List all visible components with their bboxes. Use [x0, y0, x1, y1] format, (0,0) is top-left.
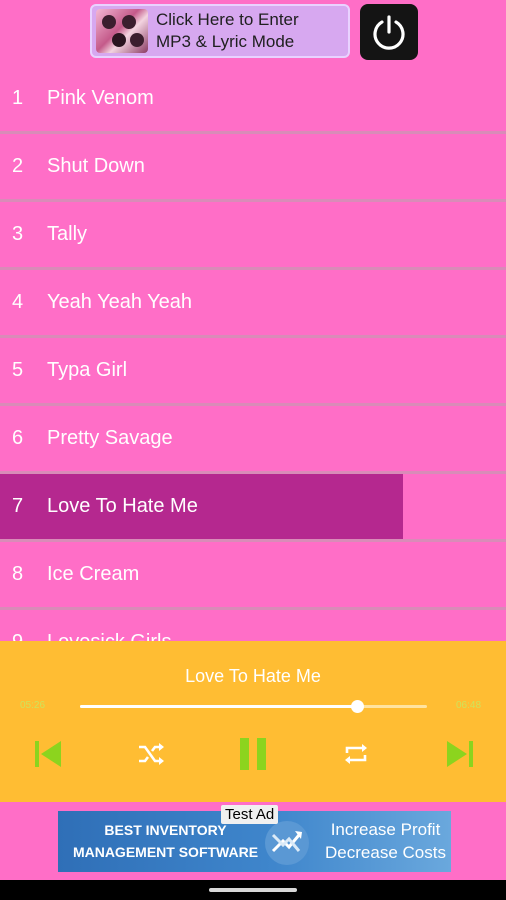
song-number: 5 [12, 359, 24, 381]
song-title: Pretty Savage [47, 427, 173, 449]
shuffle-button[interactable] [134, 737, 168, 771]
song-number: 6 [12, 427, 24, 449]
song-list: 1 Pink Venom 2 Shut Down 3 Tally 4 Yeah Yeah Ye… [0, 66, 506, 641]
next-button[interactable] [442, 737, 478, 771]
song-row[interactable]: 3 Tally [0, 202, 506, 270]
enter-mp3-lyric-mode-button[interactable]: Click Here to Enter MP3 & Lyric Mode [90, 4, 350, 58]
song-row[interactable]: 2 Shut Down [0, 134, 506, 202]
album-thumbnail [96, 9, 148, 53]
ad-area: BEST INVENTORY MANAGEMENT SOFTWARE Incre… [0, 802, 506, 880]
top-bar: Click Here to Enter MP3 & Lyric Mode [0, 0, 506, 66]
song-row[interactable]: 8 Ice Cream [0, 542, 506, 610]
pause-button[interactable] [235, 737, 271, 771]
song-number: 7 [12, 495, 24, 517]
seek-thumb[interactable] [351, 700, 364, 713]
current-time: 05:26 [20, 700, 46, 711]
now-playing-title: Love To Hate Me [185, 666, 321, 686]
previous-button[interactable] [30, 737, 66, 771]
total-time: 06:48 [456, 700, 482, 711]
song-row[interactable]: 4 Yeah Yeah Yeah [0, 270, 506, 338]
test-ad-label: Test Ad [221, 805, 279, 824]
seek-bar[interactable] [80, 700, 427, 713]
pause-icon [240, 738, 266, 770]
song-row[interactable]: 5 Typa Girl [0, 338, 506, 406]
song-number: 3 [12, 223, 24, 245]
home-indicator[interactable] [209, 888, 297, 892]
song-title: Shut Down [47, 155, 145, 177]
song-number: 2 [12, 155, 24, 177]
song-number: 1 [12, 87, 24, 109]
song-title: Lovesick Girls [47, 631, 171, 641]
song-row[interactable]: 9Lovesick Girls [0, 610, 506, 641]
song-number: 4 [12, 291, 24, 313]
repeat-icon [345, 744, 367, 764]
power-button[interactable] [360, 4, 418, 60]
shuffle-icon [139, 743, 164, 765]
chart-arrows-icon [265, 821, 309, 865]
power-icon [373, 15, 405, 50]
song-title: Tally [47, 223, 88, 245]
song-row[interactable]: 7 Love To Hate Me [0, 474, 506, 542]
ad-right-text: Increase Profit Decrease Costs [325, 820, 446, 862]
song-number: 8 [12, 563, 24, 585]
player-panel: Love To Hate Me 05:26 06:48 [0, 641, 506, 802]
system-nav-bar [0, 880, 506, 900]
song-number: 9 [0, 631, 47, 641]
song-title: Ice Cream [47, 563, 140, 585]
previous-icon [35, 741, 61, 767]
song-title: Pink Venom [47, 87, 154, 109]
song-title: Love To Hate Me [47, 495, 198, 517]
enter-button-label: Click Here to Enter MP3 & Lyric Mode [156, 10, 299, 51]
song-row[interactable]: 6 Pretty Savage [0, 406, 506, 474]
repeat-button[interactable] [340, 737, 372, 771]
seek-progress [80, 705, 357, 708]
song-title: Yeah Yeah Yeah [47, 291, 193, 313]
next-icon [447, 741, 473, 767]
song-title: Typa Girl [47, 359, 128, 381]
song-row[interactable]: 1 Pink Venom [0, 66, 506, 134]
